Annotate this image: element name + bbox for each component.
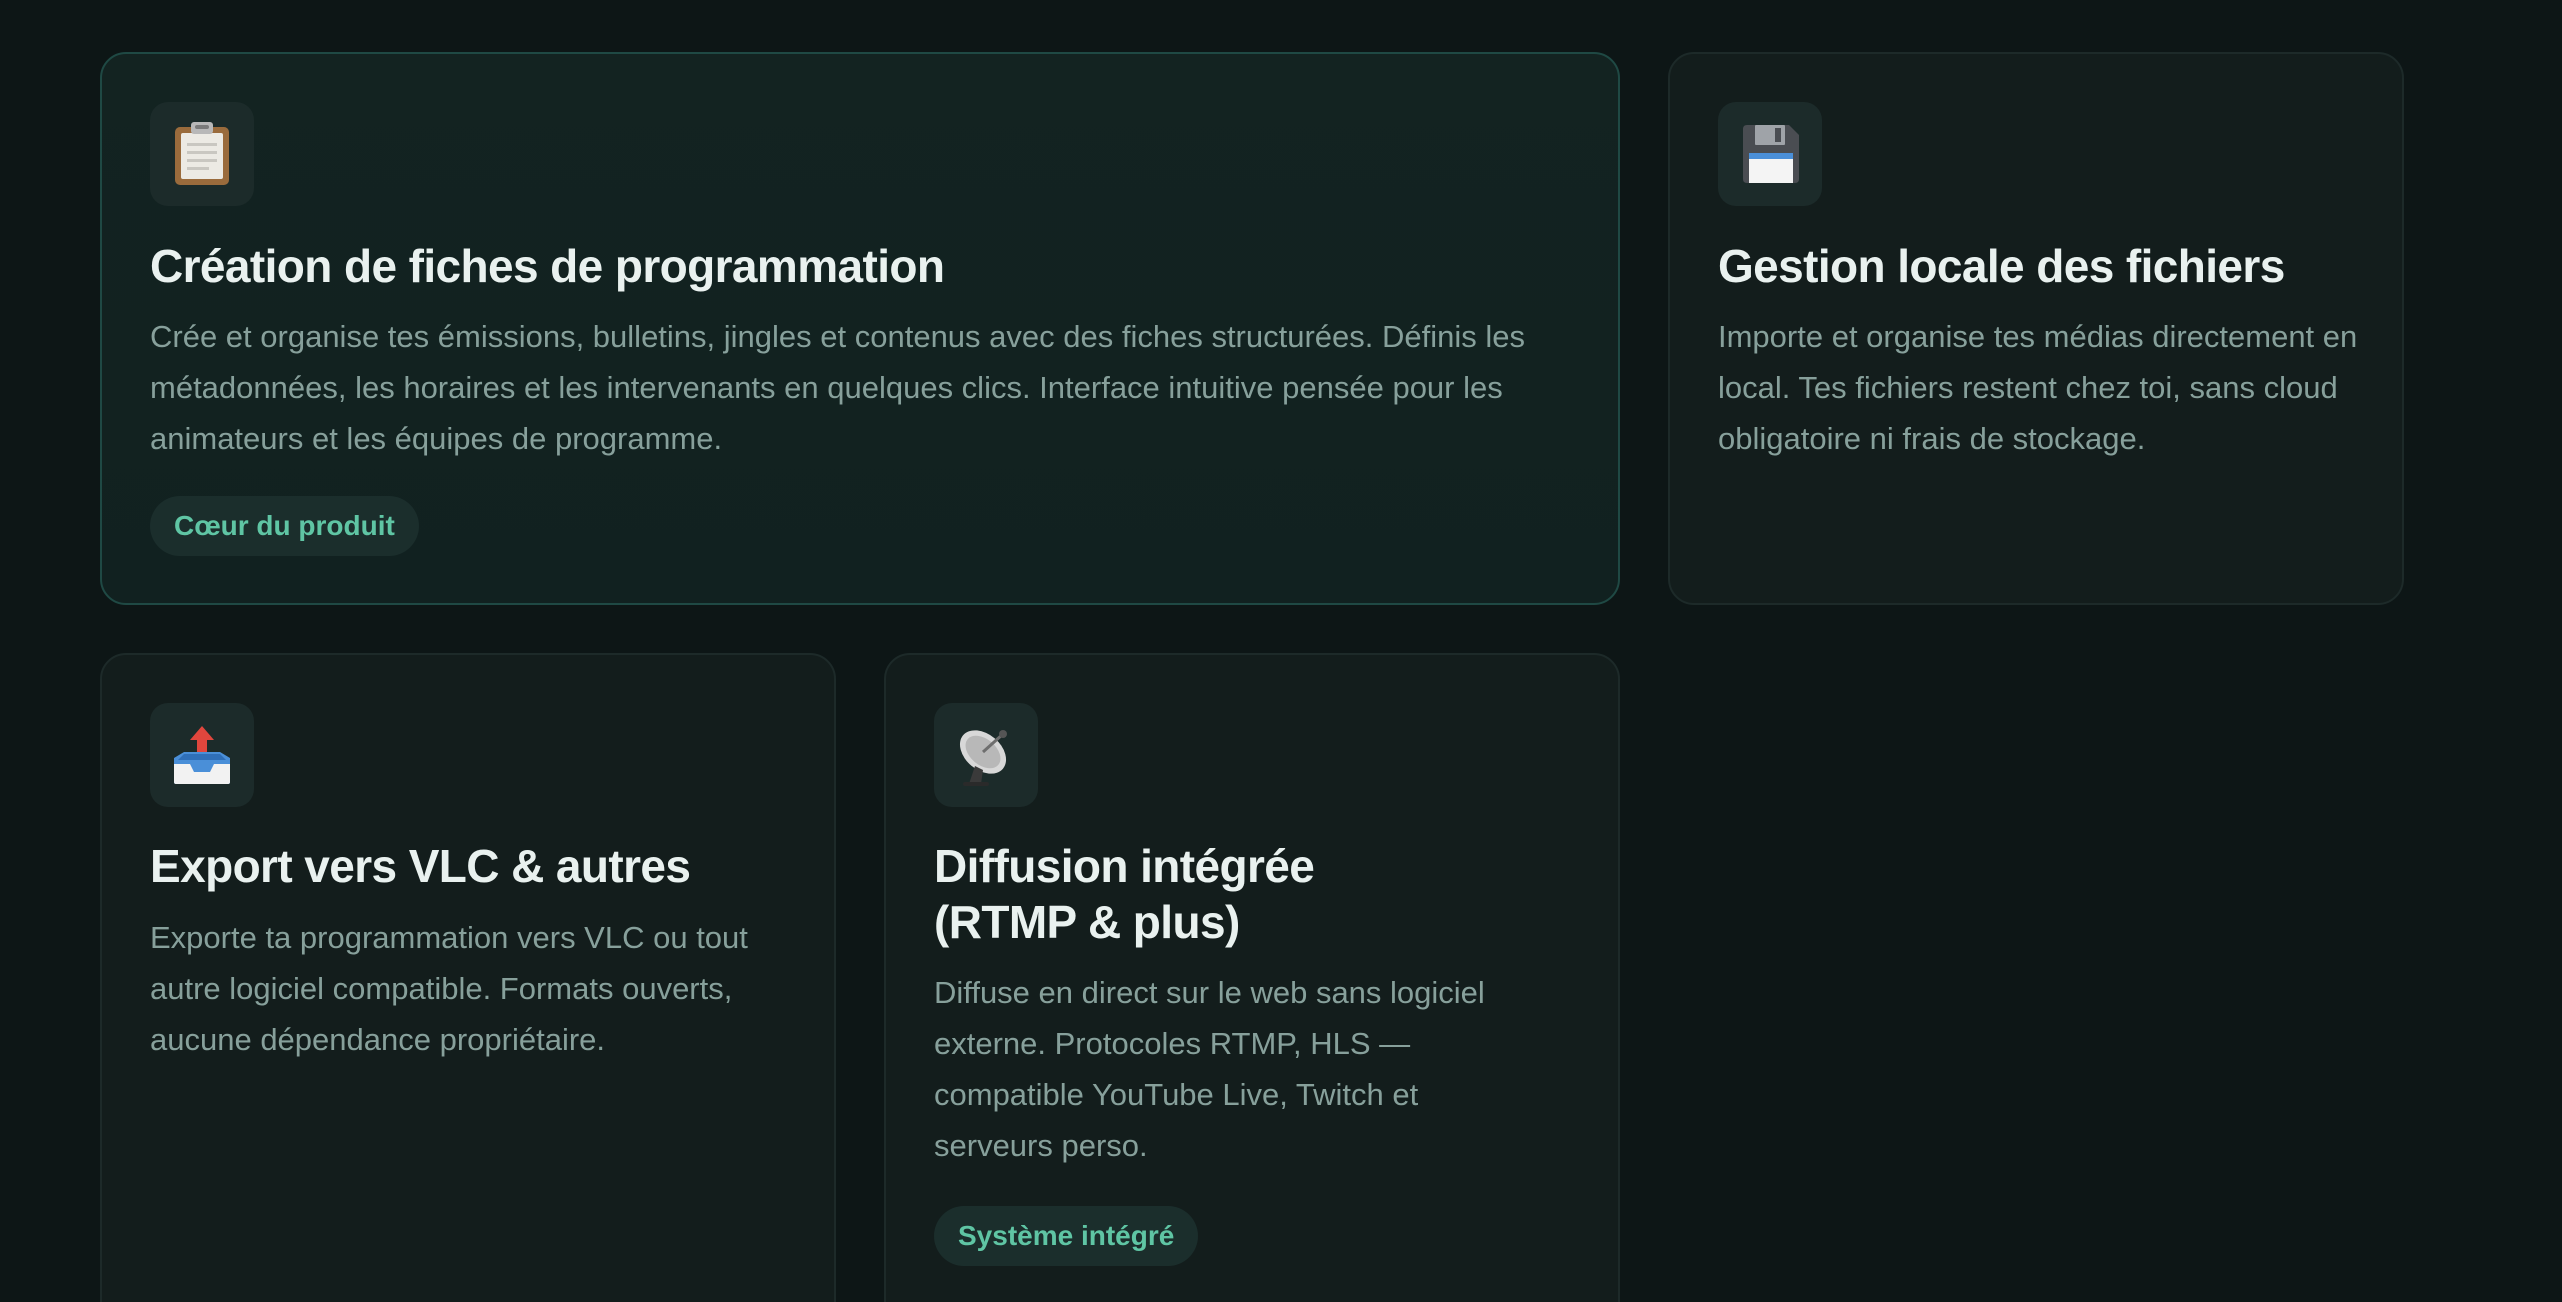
card-title: Gestion locale des fichiers [1718, 240, 2285, 292]
feature-card-programming-sheets: Création de fiches de programmation Crée… [100, 52, 1620, 605]
card-description: Exporte ta programmation vers VLC ou tou… [150, 920, 748, 1057]
status-badge: Cœur du produit [150, 496, 419, 556]
clipboard-icon [150, 102, 254, 206]
card-description: Crée et organise tes émissions, bulletin… [150, 319, 1526, 456]
card-title: Diffusion intégrée (RTMP & plus) [934, 838, 1594, 950]
card-title-line: (RTMP & plus) [934, 896, 1240, 948]
feature-card-streaming: Diffusion intégrée (RTMP & plus) Diffuse… [884, 653, 1620, 1302]
card-description: Diffuse en direct sur le web sans logici… [934, 975, 1485, 1163]
card-title-line: Diffusion intégrée [934, 840, 1315, 892]
card-title: Export vers VLC & autres [150, 840, 691, 892]
status-badge: Système intégré [934, 1206, 1199, 1266]
floppy-disk-icon [1718, 102, 1822, 206]
feature-card-export-vlc: Export vers VLC & autres Exporte ta prog… [100, 653, 836, 1302]
outbox-tray-icon [150, 703, 254, 807]
card-description: Importe et organise tes médias directeme… [1718, 319, 2358, 456]
card-title: Création de fiches de programmation [150, 240, 945, 292]
satellite-dish-icon [934, 703, 1038, 807]
feature-card-local-files: Gestion locale des fichiers Importe et o… [1668, 52, 2404, 605]
